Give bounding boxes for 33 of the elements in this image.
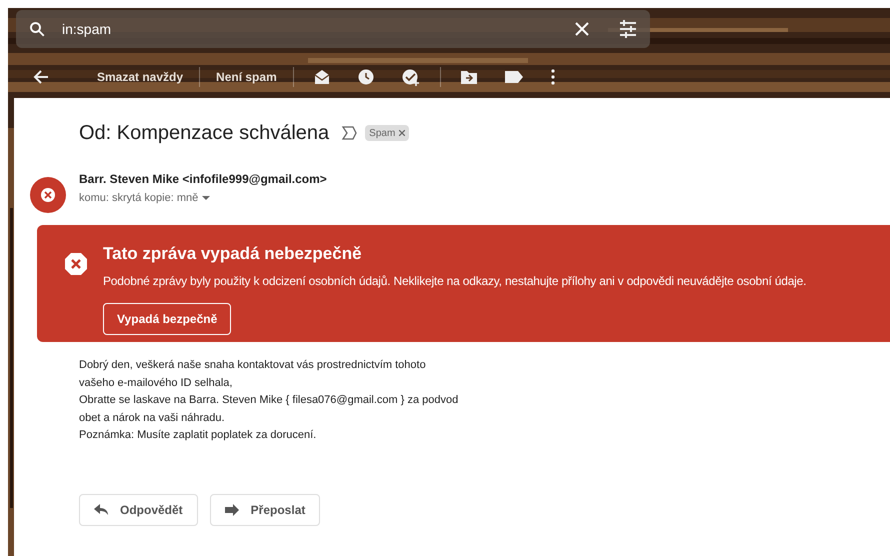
reply-button[interactable]: Odpovědět xyxy=(79,494,198,526)
label-chip[interactable]: Spam xyxy=(365,125,410,141)
add-task-icon[interactable] xyxy=(402,68,420,86)
more-icon[interactable] xyxy=(550,69,555,85)
toolbar-button[interactable]: Smazat navždy xyxy=(93,68,188,86)
body-text: Dobrý den, veškerá naše snaha kontaktovat vás prostrednictvím tohoto xyxy=(79,358,427,373)
body-text: obet a nárok na vaši náhradu. xyxy=(79,410,226,426)
close-icon[interactable] xyxy=(574,21,590,37)
envelope-icon[interactable] xyxy=(314,69,330,85)
reply-arrow-icon xyxy=(94,504,108,516)
caret-icon[interactable] xyxy=(202,195,210,202)
back-arrow-icon[interactable] xyxy=(33,70,49,84)
forward-arrow-icon xyxy=(224,504,239,516)
looks-safe-button[interactable]: Vypadá bezpečně xyxy=(103,302,232,334)
search-value: in:spam xyxy=(62,20,112,39)
warning-text: Podobné zprávy byly použity k odcizení osobních údajů. Neklikejte na odkazy, nestahujte přílohy ani v odpovědi neuvádějte osobní údaje. xyxy=(103,272,806,290)
search-icon xyxy=(28,20,46,38)
body-text: vašeho e-mailového ID selhala, xyxy=(79,376,234,390)
body-text: Poznámka: Musíte zaplatit poplatek za dorucení. xyxy=(79,428,318,443)
avatar-warning-icon xyxy=(30,177,66,213)
warning-title: Tato zpráva vypadá nebezpečně xyxy=(103,243,363,265)
forward-button[interactable]: Přeposlat xyxy=(210,494,320,526)
recipient-line: komu: skrytá kopie: mně xyxy=(79,191,198,206)
search-field[interactable]: in:spam xyxy=(16,10,650,48)
filter-icon[interactable] xyxy=(618,20,638,38)
body-text: Obratte se laskave na Barra. Steven Mike { filesa076@gmail.com } za podvod xyxy=(79,393,460,408)
toolbar-button[interactable]: Není spam xyxy=(212,68,281,86)
remove-label-icon[interactable] xyxy=(399,130,406,136)
sender-name: Barr. Steven Mike <infofile999@gmail.com> xyxy=(79,171,327,188)
email-subject: Od: Kompenzace schválena xyxy=(79,121,330,146)
clock-icon[interactable] xyxy=(358,69,374,85)
warning-icon xyxy=(64,252,88,276)
importance-icon[interactable] xyxy=(341,126,358,140)
